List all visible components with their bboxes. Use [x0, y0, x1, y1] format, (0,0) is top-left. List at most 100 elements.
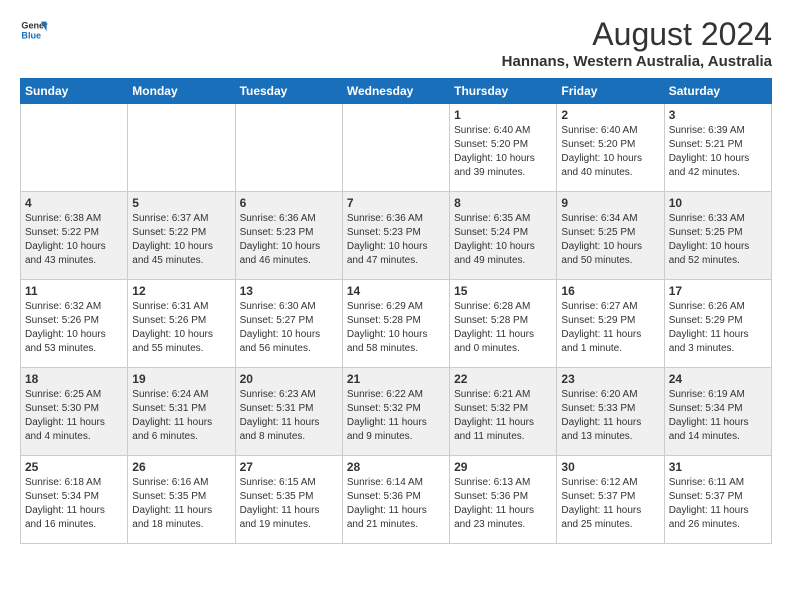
title-block: August 2024 Hannans, Western Australia, …: [502, 16, 772, 70]
day-content: Sunrise: 6:30 AM Sunset: 5:27 PM Dayligh…: [240, 300, 338, 356]
day-number: 20: [240, 372, 338, 386]
day-number: 6: [240, 196, 338, 210]
day-number: 15: [454, 284, 552, 298]
day-content: Sunrise: 6:23 AM Sunset: 5:31 PM Dayligh…: [240, 388, 338, 444]
day-number: 11: [25, 284, 123, 298]
day-content: Sunrise: 6:12 AM Sunset: 5:37 PM Dayligh…: [561, 476, 659, 532]
day-content: Sunrise: 6:29 AM Sunset: 5:28 PM Dayligh…: [347, 300, 445, 356]
day-content: Sunrise: 6:32 AM Sunset: 5:26 PM Dayligh…: [25, 300, 123, 356]
day-content: Sunrise: 6:21 AM Sunset: 5:32 PM Dayligh…: [454, 388, 552, 444]
day-content: Sunrise: 6:31 AM Sunset: 5:26 PM Dayligh…: [132, 300, 230, 356]
calendar-cell: 29Sunrise: 6:13 AM Sunset: 5:36 PM Dayli…: [450, 456, 557, 544]
calendar-cell: 3Sunrise: 6:39 AM Sunset: 5:21 PM Daylig…: [664, 104, 771, 192]
calendar-cell: 15 Sunrise: 6:28 AM Sunset: 5:28 PM Dayli…: [450, 280, 557, 368]
day-number: 5: [132, 196, 230, 210]
day-content: Sunrise: 6:14 AM Sunset: 5:36 PM Dayligh…: [347, 476, 445, 532]
calendar-cell: 20 Sunrise: 6:23 AM Sunset: 5:31 PM Dayli…: [235, 368, 342, 456]
day-number: 4: [25, 196, 123, 210]
day-number: 16: [561, 284, 659, 298]
header-cell-sunday: Sunday: [21, 79, 128, 104]
calendar-cell: 25 Sunrise: 6:18 AM Sunset: 5:34 PM Dayli…: [21, 456, 128, 544]
day-content: Sunrise: 6:40 AM Sunset: 5:20 PM Dayligh…: [561, 124, 659, 180]
calendar-cell: 14 Sunrise: 6:29 AM Sunset: 5:28 PM Dayli…: [342, 280, 449, 368]
logo-icon: General Blue: [20, 16, 48, 44]
header-cell-thursday: Thursday: [450, 79, 557, 104]
week-row-1: 1 Sunrise: 6:40 AM Sunset: 5:20 PM Daylig…: [21, 104, 772, 192]
week-row-3: 11 Sunrise: 6:32 AM Sunset: 5:26 PM Dayli…: [21, 280, 772, 368]
calendar-cell: 23 Sunrise: 6:20 AM Sunset: 5:33 PM Dayli…: [557, 368, 664, 456]
day-number: 25: [25, 460, 123, 474]
calendar-cell: [128, 104, 235, 192]
day-number: 9: [561, 196, 659, 210]
day-number: 8: [454, 196, 552, 210]
calendar-cell: 26Sunrise: 6:16 AM Sunset: 5:35 PM Dayli…: [128, 456, 235, 544]
calendar-cell: [235, 104, 342, 192]
header-cell-saturday: Saturday: [664, 79, 771, 104]
day-content: Sunrise: 6:25 AM Sunset: 5:30 PM Dayligh…: [25, 388, 123, 444]
calendar-cell: 22 Sunrise: 6:21 AM Sunset: 5:32 PM Dayli…: [450, 368, 557, 456]
day-number: 14: [347, 284, 445, 298]
day-number: 1: [454, 108, 552, 122]
day-number: 13: [240, 284, 338, 298]
day-number: 2: [561, 108, 659, 122]
day-content: Sunrise: 6:18 AM Sunset: 5:34 PM Dayligh…: [25, 476, 123, 532]
calendar-cell: 21Sunrise: 6:22 AM Sunset: 5:32 PM Dayli…: [342, 368, 449, 456]
day-content: Sunrise: 6:24 AM Sunset: 5:31 PM Dayligh…: [132, 388, 230, 444]
day-content: Sunrise: 6:22 AM Sunset: 5:32 PM Dayligh…: [347, 388, 445, 444]
day-content: Sunrise: 6:37 AM Sunset: 5:22 PM Dayligh…: [132, 212, 230, 268]
calendar-cell: 31Sunrise: 6:11 AM Sunset: 5:37 PM Dayli…: [664, 456, 771, 544]
subtitle: Hannans, Western Australia, Australia: [502, 53, 772, 70]
day-number: 22: [454, 372, 552, 386]
calendar-cell: 16 Sunrise: 6:27 AM Sunset: 5:29 PM Dayli…: [557, 280, 664, 368]
calendar-cell: 2 Sunrise: 6:40 AM Sunset: 5:20 PM Daylig…: [557, 104, 664, 192]
day-number: 23: [561, 372, 659, 386]
day-content: Sunrise: 6:28 AM Sunset: 5:28 PM Dayligh…: [454, 300, 552, 356]
day-number: 24: [669, 372, 767, 386]
day-number: 18: [25, 372, 123, 386]
calendar-table: SundayMondayTuesdayWednesdayThursdayFrid…: [20, 78, 772, 544]
calendar-cell: 4 Sunrise: 6:38 AM Sunset: 5:22 PM Daylig…: [21, 192, 128, 280]
logo: General Blue: [20, 16, 48, 44]
calendar-cell: 18 Sunrise: 6:25 AM Sunset: 5:30 PM Dayli…: [21, 368, 128, 456]
calendar-cell: 5 Sunrise: 6:37 AM Sunset: 5:22 PM Daylig…: [128, 192, 235, 280]
calendar-cell: [342, 104, 449, 192]
calendar-header: SundayMondayTuesdayWednesdayThursdayFrid…: [21, 79, 772, 104]
calendar-cell: 10Sunrise: 6:33 AM Sunset: 5:25 PM Dayli…: [664, 192, 771, 280]
day-number: 12: [132, 284, 230, 298]
day-content: Sunrise: 6:11 AM Sunset: 5:37 PM Dayligh…: [669, 476, 767, 532]
day-number: 30: [561, 460, 659, 474]
day-content: Sunrise: 6:19 AM Sunset: 5:34 PM Dayligh…: [669, 388, 767, 444]
day-content: Sunrise: 6:36 AM Sunset: 5:23 PM Dayligh…: [240, 212, 338, 268]
calendar-cell: 19 Sunrise: 6:24 AM Sunset: 5:31 PM Dayli…: [128, 368, 235, 456]
day-number: 26: [132, 460, 230, 474]
day-content: Sunrise: 6:39 AM Sunset: 5:21 PM Dayligh…: [669, 124, 767, 180]
header-row: SundayMondayTuesdayWednesdayThursdayFrid…: [21, 79, 772, 104]
day-number: 29: [454, 460, 552, 474]
calendar-cell: 24 Sunrise: 6:19 AM Sunset: 5:34 PM Dayli…: [664, 368, 771, 456]
day-content: Sunrise: 6:27 AM Sunset: 5:29 PM Dayligh…: [561, 300, 659, 356]
week-row-2: 4 Sunrise: 6:38 AM Sunset: 5:22 PM Daylig…: [21, 192, 772, 280]
day-number: 27: [240, 460, 338, 474]
calendar-cell: 13 Sunrise: 6:30 AM Sunset: 5:27 PM Dayli…: [235, 280, 342, 368]
calendar-body: 1 Sunrise: 6:40 AM Sunset: 5:20 PM Daylig…: [21, 104, 772, 544]
calendar-cell: 9 Sunrise: 6:34 AM Sunset: 5:25 PM Daylig…: [557, 192, 664, 280]
day-content: Sunrise: 6:35 AM Sunset: 5:24 PM Dayligh…: [454, 212, 552, 268]
day-content: Sunrise: 6:36 AM Sunset: 5:23 PM Dayligh…: [347, 212, 445, 268]
day-content: Sunrise: 6:26 AM Sunset: 5:29 PM Dayligh…: [669, 300, 767, 356]
header-cell-tuesday: Tuesday: [235, 79, 342, 104]
day-number: 17: [669, 284, 767, 298]
header-cell-monday: Monday: [128, 79, 235, 104]
day-content: Sunrise: 6:20 AM Sunset: 5:33 PM Dayligh…: [561, 388, 659, 444]
calendar-cell: 30 Sunrise: 6:12 AM Sunset: 5:37 PM Dayli…: [557, 456, 664, 544]
calendar-cell: 8 Sunrise: 6:35 AM Sunset: 5:24 PM Daylig…: [450, 192, 557, 280]
calendar-cell: 7 Sunrise: 6:36 AM Sunset: 5:23 PM Daylig…: [342, 192, 449, 280]
svg-text:Blue: Blue: [21, 30, 41, 40]
day-content: Sunrise: 6:34 AM Sunset: 5:25 PM Dayligh…: [561, 212, 659, 268]
day-number: 7: [347, 196, 445, 210]
day-content: Sunrise: 6:33 AM Sunset: 5:25 PM Dayligh…: [669, 212, 767, 268]
day-content: Sunrise: 6:40 AM Sunset: 5:20 PM Dayligh…: [454, 124, 552, 180]
day-number: 19: [132, 372, 230, 386]
day-content: Sunrise: 6:38 AM Sunset: 5:22 PM Dayligh…: [25, 212, 123, 268]
calendar-cell: 28Sunrise: 6:14 AM Sunset: 5:36 PM Dayli…: [342, 456, 449, 544]
main-title: August 2024: [502, 16, 772, 53]
